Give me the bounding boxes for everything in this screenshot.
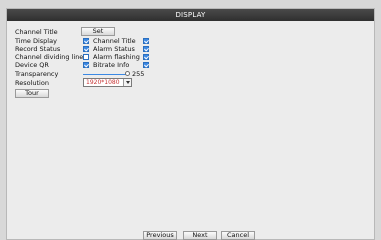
device-qr-label: Device QR — [15, 61, 49, 69]
channel-title-set-button[interactable]: Set — [81, 27, 115, 36]
resolution-value: 1920*1080 — [86, 79, 120, 86]
alarm-flashing-checkbox[interactable] — [143, 54, 149, 60]
time-display-label: Time Display — [15, 37, 57, 45]
resolution-label: Resolution — [15, 79, 49, 87]
cancel-button[interactable]: Cancel — [221, 231, 255, 240]
alarm-status-label: Alarm Status — [93, 45, 135, 53]
overlay-channel-title-checkbox[interactable] — [143, 38, 149, 44]
overlay-channel-title-label: Channel Title — [93, 37, 136, 45]
previous-button[interactable]: Previous — [143, 231, 177, 240]
channel-title-label: Channel Title — [15, 28, 58, 36]
record-status-checkbox[interactable] — [83, 46, 89, 52]
display-settings-window: DISPLAY Channel Title Set Time Display R… — [6, 8, 375, 240]
resolution-dropdown-arrow[interactable] — [123, 79, 131, 86]
bitrate-info-label: Bitrate Info — [93, 61, 130, 69]
resolution-select[interactable]: 1920*1080 — [83, 78, 132, 87]
transparency-value: 255 — [132, 70, 145, 78]
next-button[interactable]: Next — [183, 231, 217, 240]
tour-button[interactable]: Tour — [15, 89, 49, 98]
record-status-label: Record Status — [15, 45, 61, 53]
transparency-slider-thumb[interactable] — [125, 71, 130, 76]
device-qr-checkbox[interactable] — [83, 62, 89, 68]
transparency-label: Transparency — [15, 70, 59, 78]
alarm-flashing-label: Alarm flashing — [93, 53, 140, 61]
window-title: DISPLAY — [7, 9, 374, 21]
time-display-checkbox[interactable] — [83, 38, 89, 44]
channel-dividing-line-checkbox[interactable] — [83, 54, 89, 60]
chevron-down-icon — [125, 81, 130, 84]
transparency-slider-track[interactable] — [83, 74, 127, 75]
channel-dividing-line-label: Channel dividing line — [15, 53, 84, 61]
alarm-status-checkbox[interactable] — [143, 46, 149, 52]
bitrate-info-checkbox[interactable] — [143, 62, 149, 68]
